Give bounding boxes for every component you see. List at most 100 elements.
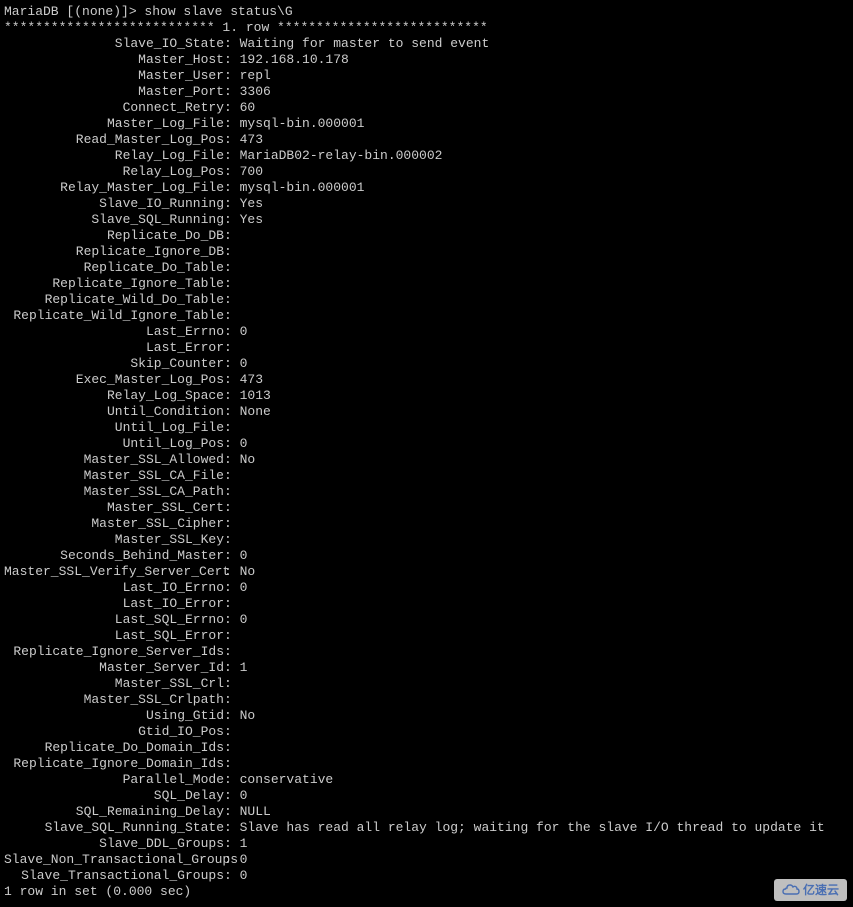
status-field-row: Replicate_Do_Domain_Ids: (4, 740, 849, 756)
status-field-row: Master_Server_Id: 1 (4, 660, 849, 676)
status-field-row: Replicate_Ignore_DB: (4, 244, 849, 260)
status-field-row: Master_SSL_Cert: (4, 500, 849, 516)
field-separator: : (224, 516, 240, 532)
field-key: Until_Log_File (4, 420, 224, 436)
status-field-row: Exec_Master_Log_Pos: 473 (4, 372, 849, 388)
status-field-row: Replicate_Ignore_Domain_Ids: (4, 756, 849, 772)
field-key: Relay_Log_Pos (4, 164, 224, 180)
status-field-row: Parallel_Mode: conservative (4, 772, 849, 788)
field-key: Relay_Log_File (4, 148, 224, 164)
status-field-row: Slave_SQL_Running: Yes (4, 212, 849, 228)
field-separator: : (224, 660, 240, 676)
field-key: Master_SSL_Allowed (4, 452, 224, 468)
field-key: Master_SSL_CA_Path (4, 484, 224, 500)
status-field-row: Replicate_Ignore_Table: (4, 276, 849, 292)
field-separator: : (224, 596, 240, 612)
field-separator: : (224, 724, 240, 740)
status-field-row: Master_Port: 3306 (4, 84, 849, 100)
status-field-row: Master_SSL_CA_File: (4, 468, 849, 484)
field-value: Waiting for master to send event (240, 36, 490, 52)
field-value: 0 (240, 356, 248, 372)
status-field-row: Using_Gtid: No (4, 708, 849, 724)
field-value: Yes (240, 212, 263, 228)
field-value: 0 (240, 868, 248, 884)
field-key: Replicate_Wild_Ignore_Table (4, 308, 224, 324)
field-value: 700 (240, 164, 263, 180)
status-field-row: Relay_Log_Space: 1013 (4, 388, 849, 404)
field-key: Master_Host (4, 52, 224, 68)
status-field-row: Relay_Log_File: MariaDB02-relay-bin.0000… (4, 148, 849, 164)
field-key: Relay_Master_Log_File (4, 180, 224, 196)
status-field-row: Replicate_Do_Table: (4, 260, 849, 276)
field-key: Slave_IO_Running (4, 196, 224, 212)
status-field-row: Master_SSL_Crl: (4, 676, 849, 692)
field-key: Slave_SQL_Running (4, 212, 224, 228)
status-field-row: Connect_Retry: 60 (4, 100, 849, 116)
status-field-row: Last_IO_Errno: 0 (4, 580, 849, 596)
field-value: 0 (240, 324, 248, 340)
status-field-row: Replicate_Ignore_Server_Ids: (4, 644, 849, 660)
status-field-row: Slave_IO_State: Waiting for master to se… (4, 36, 849, 52)
field-value: mysql-bin.000001 (240, 180, 365, 196)
field-value: None (240, 404, 271, 420)
watermark: 亿速云 (774, 879, 847, 901)
row-header: *************************** 1. row *****… (4, 20, 849, 36)
status-field-row: Master_Log_File: mysql-bin.000001 (4, 116, 849, 132)
field-key: Last_Error (4, 340, 224, 356)
field-key: Until_Condition (4, 404, 224, 420)
field-separator: : (224, 340, 240, 356)
field-key: Replicate_Wild_Do_Table (4, 292, 224, 308)
field-separator: : (224, 692, 240, 708)
field-key: Slave_Non_Transactional_Groups (4, 852, 224, 868)
field-separator: : (224, 740, 240, 756)
status-field-row: Master_SSL_Cipher: (4, 516, 849, 532)
result-footer: 1 row in set (0.000 sec) (4, 884, 849, 900)
field-value: 0 (240, 548, 248, 564)
field-value: No (240, 564, 256, 580)
field-separator: : (224, 372, 240, 388)
field-key: Master_SSL_Crlpath (4, 692, 224, 708)
field-value: NULL (240, 804, 271, 820)
field-separator: : (224, 180, 240, 196)
field-key: Slave_IO_State (4, 36, 224, 52)
field-key: Replicate_Do_Table (4, 260, 224, 276)
field-value: 1013 (240, 388, 271, 404)
field-value: mysql-bin.000001 (240, 116, 365, 132)
status-field-row: Last_Errno: 0 (4, 324, 849, 340)
field-key: Until_Log_Pos (4, 436, 224, 452)
field-value: conservative (240, 772, 334, 788)
field-key: Gtid_IO_Pos (4, 724, 224, 740)
field-key: Master_SSL_Verify_Server_Cert (4, 564, 224, 580)
status-field-row: Until_Log_File: (4, 420, 849, 436)
field-key: Slave_Transactional_Groups (4, 868, 224, 884)
field-separator: : (224, 52, 240, 68)
field-separator: : (224, 420, 240, 436)
field-separator: : (224, 772, 240, 788)
field-separator: : (224, 788, 240, 804)
field-separator: : (224, 116, 240, 132)
status-field-row: Master_SSL_Key: (4, 532, 849, 548)
field-value: MariaDB02-relay-bin.000002 (240, 148, 443, 164)
status-field-row: Slave_Transactional_Groups: 0 (4, 868, 849, 884)
field-key: Master_User (4, 68, 224, 84)
field-key: Master_SSL_Crl (4, 676, 224, 692)
field-separator: : (224, 388, 240, 404)
status-field-row: Last_Error: (4, 340, 849, 356)
field-separator: : (224, 100, 240, 116)
field-value: 0 (240, 852, 248, 868)
field-key: Last_SQL_Error (4, 628, 224, 644)
field-value: 0 (240, 580, 248, 596)
status-field-row: Gtid_IO_Pos: (4, 724, 849, 740)
status-field-row: Skip_Counter: 0 (4, 356, 849, 372)
field-separator: : (224, 260, 240, 276)
field-value: Yes (240, 196, 263, 212)
status-field-row: Master_SSL_Verify_Server_Cert: No (4, 564, 849, 580)
terminal-prompt[interactable]: MariaDB [(none)]> show slave status\G (4, 4, 849, 20)
field-value: No (240, 452, 256, 468)
status-field-row: Until_Log_Pos: 0 (4, 436, 849, 452)
field-value: No (240, 708, 256, 724)
watermark-text: 亿速云 (803, 882, 839, 898)
status-field-row: Seconds_Behind_Master: 0 (4, 548, 849, 564)
field-separator: : (224, 164, 240, 180)
status-field-row: Until_Condition: None (4, 404, 849, 420)
